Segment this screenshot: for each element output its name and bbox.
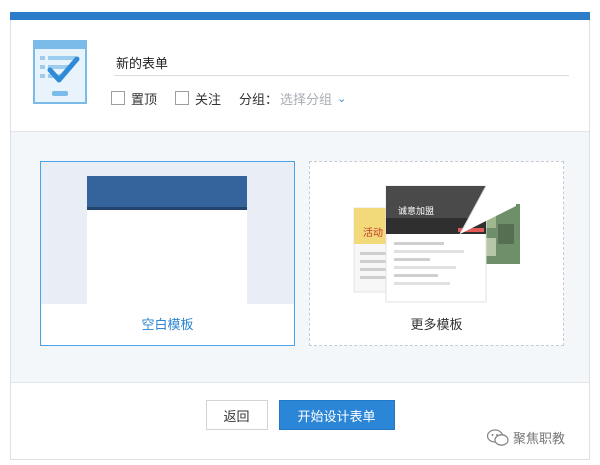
wechat-icon <box>487 428 509 446</box>
pin-checkbox-box[interactable] <box>111 91 125 105</box>
follow-checkbox[interactable]: 关注 <box>175 89 221 108</box>
group-label: 分组： <box>239 92 279 108</box>
group-select[interactable]: 选择分组 ⌄ <box>280 89 346 108</box>
back-button[interactable]: 返回 <box>205 400 268 430</box>
follow-checkbox-box[interactable] <box>175 91 190 105</box>
follow-label: 关注 <box>195 92 222 108</box>
more-templates-label: 更多模板 <box>310 304 563 345</box>
pin-label: 置顶 <box>131 92 158 108</box>
more-templates-preview: 活动 诚意加盟 <box>310 162 563 304</box>
blank-template-preview <box>41 162 294 304</box>
form-document-icon <box>33 40 87 104</box>
blank-template-label: 空白模板 <box>41 304 294 345</box>
blank-template-card[interactable]: 空白模板 <box>40 161 295 346</box>
create-form-dialog: 置顶 关注 分组： 选择分组 ⌄ 空白模板 <box>10 20 590 460</box>
watermark-text: 聚焦职教 <box>513 432 566 447</box>
blank-form-sheet <box>87 176 247 304</box>
group-select-placeholder: 选择分组 <box>280 92 333 108</box>
form-options: 置顶 关注 分组： 选择分组 ⌄ <box>111 88 346 108</box>
preview-text-franchise: 诚意加盟 <box>398 205 434 217</box>
wechat-watermark: 聚焦职教 <box>487 428 565 447</box>
preview-text-activity: 活动 <box>363 227 383 239</box>
dialog-footer: 返回 开始设计表单 <box>11 400 589 430</box>
form-header: 置顶 关注 分组： 选择分组 ⌄ <box>11 20 589 132</box>
chevron-down-icon[interactable]: ⌄ <box>337 92 346 105</box>
template-selection-area: 空白模板 活动 诚意加盟 更多模板 <box>11 132 589 383</box>
more-templates-card[interactable]: 活动 诚意加盟 更多模板 <box>309 161 564 346</box>
template-collage-image: 活动 诚意加盟 <box>310 162 563 304</box>
pin-checkbox[interactable]: 置顶 <box>111 89 157 108</box>
start-design-button[interactable]: 开始设计表单 <box>278 400 395 430</box>
blank-form-header-band <box>87 176 247 210</box>
top-accent-bar <box>10 12 590 20</box>
form-name-input[interactable] <box>114 50 569 76</box>
